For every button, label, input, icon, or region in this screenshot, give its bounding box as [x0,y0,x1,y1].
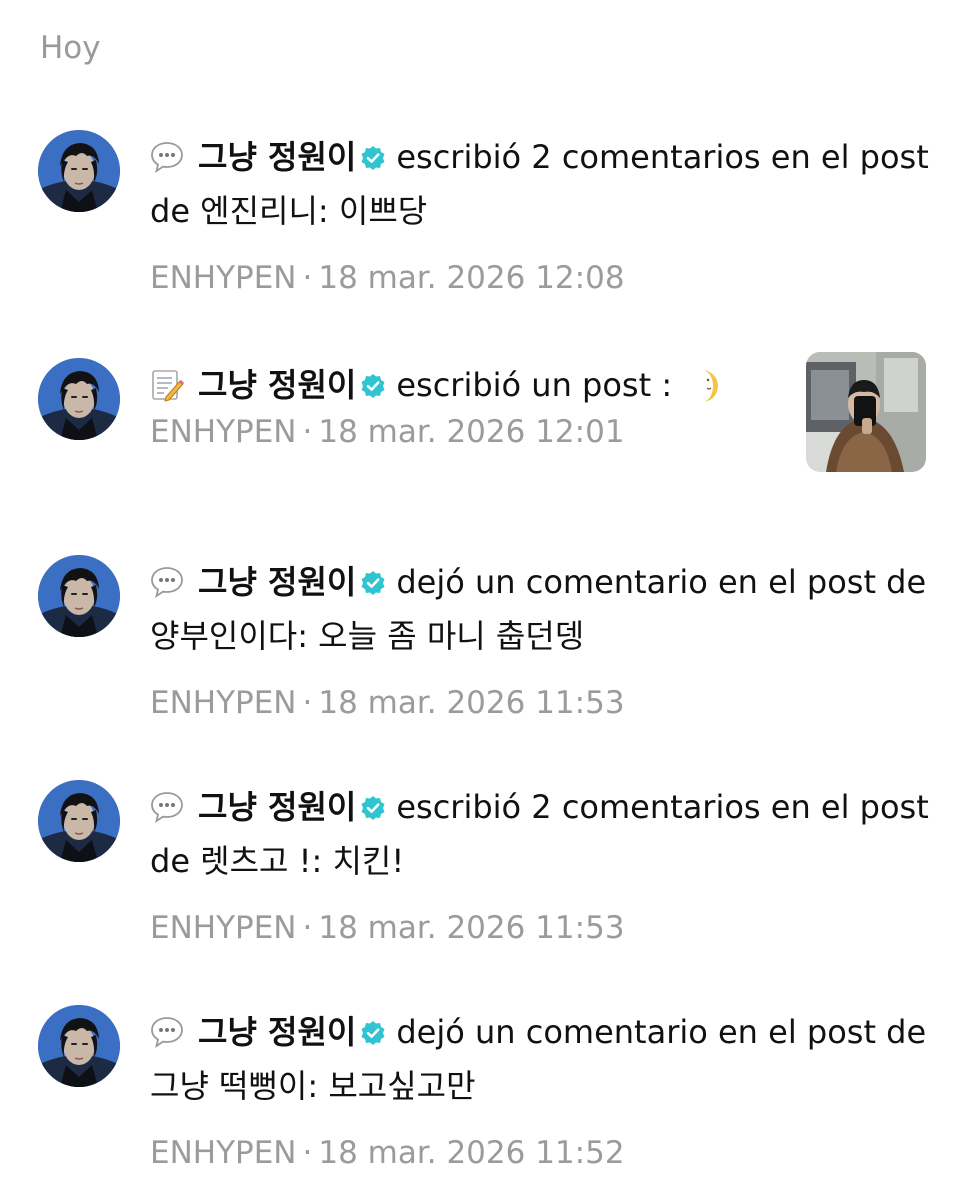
speech-bubble-icon [150,790,184,824]
notification-text: 그냥 정원이 dejó un comentario en el post de 양… [150,555,930,663]
notifications-page: Hoy 그냥 정원이 escribió 2 comentarios en el p… [0,0,965,1200]
timestamp: 18 mar. 2026 11:52 [318,1135,625,1171]
community-name: ENHYPEN [150,1135,297,1171]
author-name[interactable]: 그냥 정원이 [198,366,356,404]
timestamp: 18 mar. 2026 12:08 [318,260,625,296]
speech-bubble-icon [150,140,184,174]
section-title-today: Hoy [40,30,101,66]
meta-separator: · [302,910,313,946]
avatar[interactable] [38,130,120,212]
verified-badge-icon [360,1020,386,1046]
verified-badge-icon [360,570,386,596]
community-name: ENHYPEN [150,414,297,450]
author-name[interactable]: 그냥 정원이 [198,563,356,601]
memo-icon [150,368,184,402]
notification-meta: ENHYPEN · 18 mar. 2026 11:52 [150,1133,930,1173]
meta-separator: · [302,1135,313,1171]
notification-meta: ENHYPEN · 18 mar. 2026 12:08 [150,258,930,298]
notification-text: 그냥 정원이 escribió un post : [150,358,790,412]
post-thumbnail[interactable] [806,352,926,472]
speech-bubble-icon [150,1015,184,1049]
notification-text: 그냥 정원이 dejó un comentario en el post de 그… [150,1005,930,1113]
timestamp: 18 mar. 2026 11:53 [318,685,625,721]
community-name: ENHYPEN [150,685,297,721]
verified-badge-icon [360,373,386,399]
author-name[interactable]: 그냥 정원이 [198,138,356,176]
meta-separator: · [302,685,313,721]
notification-text: 그냥 정원이 escribió 2 comentarios en el post … [150,130,930,238]
community-name: ENHYPEN [150,260,297,296]
notification-text: 그냥 정원이 escribió 2 comentarios en el post … [150,780,930,888]
timestamp: 18 mar. 2026 11:53 [318,910,625,946]
author-name[interactable]: 그냥 정원이 [198,788,356,826]
notification-action: escribió un post : [396,366,673,404]
avatar[interactable] [38,555,120,637]
timestamp: 18 mar. 2026 12:01 [318,414,625,450]
speech-bubble-icon [150,565,184,599]
community-name: ENHYPEN [150,910,297,946]
meta-separator: · [302,414,313,450]
notification-meta: ENHYPEN · 18 mar. 2026 11:53 [150,683,930,723]
notification-meta: ENHYPEN · 18 mar. 2026 12:01 [150,412,790,452]
avatar[interactable] [38,1005,120,1087]
notification-meta: ENHYPEN · 18 mar. 2026 11:53 [150,908,930,948]
avatar[interactable] [38,780,120,862]
meta-separator: · [302,260,313,296]
avatar[interactable] [38,358,120,440]
verified-badge-icon [360,145,386,171]
crescent-moon-icon [684,368,720,404]
author-name[interactable]: 그냥 정원이 [198,1013,356,1051]
verified-badge-icon [360,795,386,821]
